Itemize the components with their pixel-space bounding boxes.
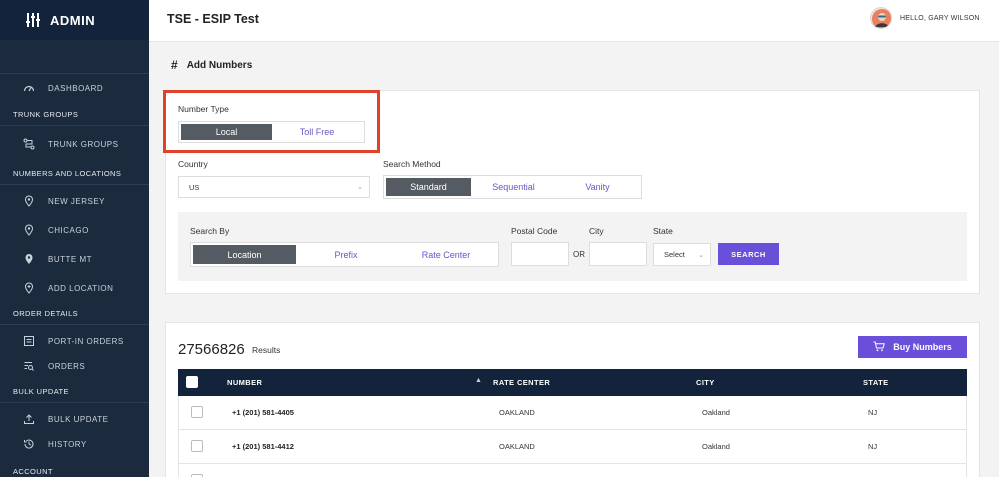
city-input[interactable] [589,242,647,266]
results-label: Results [252,345,281,355]
cell-rate-center: OAKLAND [499,442,535,451]
chevron-down-icon: ⌄ [357,184,363,191]
sidebar-item-label: HISTORY [48,439,87,449]
cell-number: +1 (201) 581-4412 [232,442,294,451]
sidebar-item-label: BUTTE MT [48,254,92,264]
sidebar-divider [0,73,149,74]
search-method-option-standard[interactable]: Standard [386,178,471,196]
top-header: TSE - ESIP Test HELLO, GARY WILSON [149,0,999,42]
user-greeting[interactable]: HELLO, GARY WILSON [900,15,980,22]
search-by-label: Search By [190,226,230,236]
sidebar-item-label: PORT-IN ORDERS [48,336,124,346]
sidebar-section-trunk-groups: TRUNK GROUPS [0,104,149,126]
column-header-city[interactable]: CITY [696,369,715,396]
map-pin-filled-icon [23,253,35,265]
buy-numbers-button[interactable]: Buy Numbers [858,336,967,358]
or-label: OR [573,250,585,259]
cart-icon [873,341,886,354]
map-pin-add-icon [23,282,35,294]
page-title: # Add Numbers [171,58,252,72]
map-pin-icon [23,224,35,236]
hash-icon: # [171,58,178,72]
select-all-checkbox[interactable] [186,376,198,388]
table-row[interactable]: +1 (201) 581-4405 OAKLAND Oakland NJ [178,396,967,430]
sidebar-section-bulk-update: BULK UPDATE [0,381,149,403]
table-header: NUMBER ▲ RATE CENTER CITY STATE [178,369,967,396]
sidebar-item-label: ADD LOCATION [48,283,114,293]
sidebar-item-new-jersey[interactable]: NEW JERSEY [0,190,149,212]
sidebar-item-trunk-groups[interactable]: TRUNK GROUPS [0,133,149,155]
column-header-state[interactable]: STATE [863,369,888,396]
search-by-option-prefix[interactable]: Prefix [296,245,396,264]
sidebar-item-butte-mt[interactable]: BUTTE MT [0,248,149,270]
table-row[interactable] [178,464,967,477]
sidebar-item-orders[interactable]: ORDERS [0,355,149,377]
sidebar-item-label: BULK UPDATE [48,414,109,424]
highlight-annotation [163,90,380,153]
page-title-text: Add Numbers [186,59,253,71]
route-icon [23,138,35,150]
sidebar-item-add-location[interactable]: ADD LOCATION [0,277,149,299]
country-select[interactable]: US ⌄ [178,176,370,198]
postal-code-label: Postal Code [511,226,558,236]
state-label: State [653,226,673,236]
search-method-toggle: Standard Sequential Vanity [383,175,642,199]
sidebar: ADMIN DASHBOARD TRUNK GROUPS TRUNK GROUP… [0,0,149,477]
buy-numbers-label: Buy Numbers [893,342,952,352]
state-value: Select [664,250,685,259]
sidebar-item-dashboard[interactable]: DASHBOARD [0,77,149,99]
results-table: NUMBER ▲ RATE CENTER CITY STATE +1 (201)… [178,369,967,477]
sidebar-section-numbers-locations: NUMBERS AND LOCATIONS [0,163,149,185]
sidebar-item-history[interactable]: HISTORY [0,433,149,455]
cell-state: NJ [868,408,878,417]
upload-icon [23,413,35,425]
inbox-icon [23,335,35,347]
city-label: City [589,226,604,236]
search-method-option-vanity[interactable]: Vanity [556,178,639,196]
row-checkbox[interactable] [191,406,203,418]
cell-city: Oakland [702,442,730,451]
sliders-icon [26,13,40,27]
table-row[interactable]: +1 (201) 581-4412 OAKLAND Oakland NJ [178,430,967,464]
sidebar-item-bulk-update[interactable]: BULK UPDATE [0,408,149,430]
column-header-number[interactable]: NUMBER [227,369,262,396]
sidebar-section-account: ACCOUNT [13,466,53,476]
history-icon [23,438,35,450]
cell-number: +1 (201) 581-4405 [232,408,294,417]
sidebar-item-label: CHICAGO [48,225,89,235]
cell-city: Oakland [702,408,730,417]
search-method-option-sequential[interactable]: Sequential [471,178,556,196]
cell-state: NJ [868,442,878,451]
sidebar-item-label: NEW JERSEY [48,196,106,206]
sidebar-item-label: TRUNK GROUPS [48,139,119,149]
search-by-option-location[interactable]: Location [193,245,296,264]
sidebar-item-port-in-orders[interactable]: PORT-IN ORDERS [0,330,149,352]
brand-header[interactable]: ADMIN [0,0,149,40]
brand-title: ADMIN [50,12,96,28]
search-by-option-rate-center[interactable]: Rate Center [396,245,496,264]
gauge-icon [23,82,35,94]
country-value: US [189,182,200,192]
results-count: 27566826 [178,341,245,358]
sidebar-item-chicago[interactable]: CHICAGO [0,219,149,241]
postal-code-input[interactable] [511,242,569,266]
map-pin-icon [23,195,35,207]
column-header-rate-center[interactable]: RATE CENTER [493,369,550,396]
sidebar-item-label: DASHBOARD [48,83,104,93]
app-title: TSE - ESIP Test [167,12,259,26]
state-select[interactable]: Select ⌄ [653,243,711,266]
chevron-down-icon: ⌄ [698,251,704,259]
search-button[interactable]: SEARCH [718,243,779,265]
search-method-label: Search Method [383,159,441,169]
search-by-toggle: Location Prefix Rate Center [190,242,499,267]
sidebar-item-label: ORDERS [48,361,86,371]
list-search-icon [23,360,35,372]
avatar[interactable] [870,7,892,29]
row-checkbox[interactable] [191,440,203,452]
sidebar-section-order-details: ORDER DETAILS [0,303,149,325]
country-label: Country [178,159,208,169]
cell-rate-center: OAKLAND [499,408,535,417]
sort-icon[interactable]: ▲ [475,377,482,384]
